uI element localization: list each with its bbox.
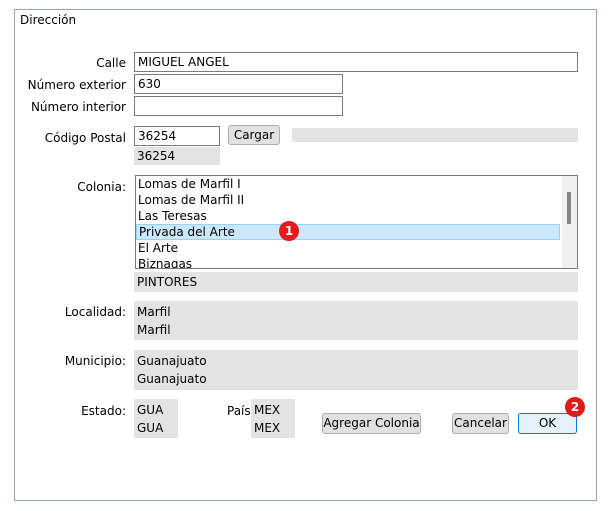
estado-label: Estado:: [81, 404, 126, 418]
calle-label: Calle: [96, 56, 126, 70]
numero-exterior-input[interactable]: 630: [134, 74, 343, 94]
localidad-line1: Marfil: [137, 305, 171, 319]
codigo-postal-echo: 36254: [134, 147, 220, 165]
colonia-option[interactable]: El Arte: [136, 240, 577, 256]
municipio-box: Guanajuato Guanajuato: [134, 350, 578, 390]
colonia-listbox[interactable]: Lomas de Marfil I Lomas de Marfil II Las T…: [135, 175, 578, 269]
cancelar-button[interactable]: Cancelar: [452, 413, 509, 434]
codigo-postal-info: [292, 128, 578, 142]
calle-input[interactable]: MIGUEL ANGEL: [134, 52, 578, 72]
numero-interior-input[interactable]: [134, 96, 343, 116]
codigo-postal-label: Código Postal: [44, 131, 126, 145]
ok-button[interactable]: OK: [518, 413, 577, 434]
cargar-button[interactable]: Cargar: [228, 125, 280, 145]
municipio-line1: Guanajuato: [137, 354, 207, 368]
localidad-box: Marfil Marfil: [134, 301, 578, 340]
dialog-title: Dirección: [20, 13, 77, 27]
numero-exterior-label: Número exterior: [27, 78, 126, 92]
pais-box: MEX MEX: [251, 399, 295, 438]
callout-1: 1: [279, 221, 299, 241]
colonia-selected-value: PINTORES: [134, 272, 578, 292]
pais-label: País: [227, 404, 251, 418]
colonia-scroll-thumb[interactable]: [567, 192, 571, 224]
localidad-line2: Marfil: [137, 323, 171, 337]
colonia-label: Colonia:: [77, 180, 126, 194]
colonia-option[interactable]: Las Teresas: [136, 208, 577, 224]
estado-box: GUA GUA: [134, 399, 178, 438]
colonia-option[interactable]: Lomas de Marfil I: [136, 176, 577, 192]
municipio-line2: Guanajuato: [137, 372, 207, 386]
municipio-label: Municipio:: [64, 354, 126, 368]
colonia-option[interactable]: Lomas de Marfil II: [136, 192, 577, 208]
pais-line2: MEX: [254, 421, 281, 435]
colonia-option[interactable]: Biznagas: [136, 256, 577, 268]
estado-line1: GUA: [137, 403, 164, 417]
numero-interior-label: Número interior: [30, 100, 126, 114]
pais-line1: MEX: [254, 403, 281, 417]
estado-line2: GUA: [137, 421, 164, 435]
callout-2: 2: [565, 397, 585, 417]
agregar-colonia-button[interactable]: Agregar Colonia: [322, 413, 421, 434]
colonia-option[interactable]: Privada del Arte: [136, 224, 560, 240]
localidad-label: Localidad:: [64, 305, 126, 319]
colonia-scrollbar[interactable]: [562, 176, 577, 268]
codigo-postal-input[interactable]: 36254: [134, 126, 220, 146]
